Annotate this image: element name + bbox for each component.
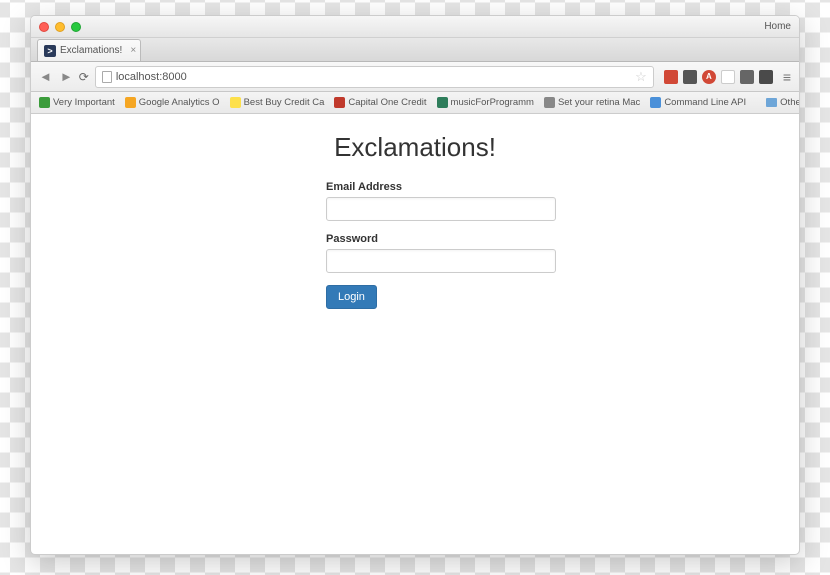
- minimize-window-button[interactable]: [55, 22, 65, 32]
- browser-tab[interactable]: > Exclamations! ×: [37, 39, 141, 61]
- extensions-tray: A: [664, 70, 773, 84]
- back-button[interactable]: ◄: [39, 69, 52, 84]
- bookmark-favicon-icon: [334, 97, 345, 108]
- bookmark-label: musicForProgramm: [451, 97, 534, 108]
- tab-favicon-icon: >: [44, 45, 56, 57]
- extension-icon[interactable]: [740, 70, 754, 84]
- page-content: Exclamations! Email Address Password Log…: [31, 114, 799, 309]
- tab-title: Exclamations!: [60, 45, 122, 56]
- bookmark-favicon-icon: [125, 97, 136, 108]
- folder-icon: [766, 98, 777, 107]
- bookmark-favicon-icon: [437, 97, 448, 108]
- traffic-lights: [39, 22, 81, 32]
- bookmarks-bar: Very Important Google Analytics O Best Buy…: [31, 92, 799, 114]
- bookmark-label: Very Important: [53, 97, 115, 108]
- extension-icon[interactable]: [759, 70, 773, 84]
- bookmark-favicon-icon: [650, 97, 661, 108]
- toolbar: ◄ ► ⟳ localhost:8000 ☆ A ≡: [31, 62, 799, 92]
- reload-button[interactable]: ⟳: [79, 70, 89, 84]
- bookmark-label: Google Analytics O: [139, 97, 220, 108]
- page-title: Exclamations!: [31, 132, 799, 163]
- titlebar: Home: [31, 16, 799, 38]
- extension-icon[interactable]: [721, 70, 735, 84]
- page-icon: [102, 71, 112, 83]
- password-label: Password: [326, 233, 556, 245]
- tab-close-icon[interactable]: ×: [130, 45, 136, 56]
- extension-icon[interactable]: [664, 70, 678, 84]
- nav-arrows: ◄ ►: [39, 69, 73, 84]
- browser-window: Home > Exclamations! × ◄ ► ⟳ localhost:8…: [30, 15, 800, 555]
- bookmark-star-icon[interactable]: ☆: [635, 69, 647, 85]
- email-field[interactable]: [326, 197, 556, 221]
- bookmark-label: Capital One Credit: [348, 97, 426, 108]
- login-button[interactable]: Login: [326, 285, 377, 309]
- bookmark-favicon-icon: [39, 97, 50, 108]
- other-bookmarks[interactable]: Other Bookmarks: [766, 97, 799, 108]
- maximize-window-button[interactable]: [71, 22, 81, 32]
- forward-button[interactable]: ►: [60, 69, 73, 84]
- extension-icon[interactable]: A: [702, 70, 716, 84]
- bookmark-item[interactable]: Google Analytics O: [125, 97, 220, 108]
- bookmark-item[interactable]: musicForProgramm: [437, 97, 534, 108]
- bookmark-item[interactable]: Set your retina Mac: [544, 97, 640, 108]
- bookmark-label: Best Buy Credit Ca: [244, 97, 325, 108]
- bookmark-item[interactable]: Capital One Credit: [334, 97, 426, 108]
- url-text: localhost:8000: [116, 71, 187, 83]
- extension-icon[interactable]: [683, 70, 697, 84]
- bookmark-label: Set your retina Mac: [558, 97, 640, 108]
- tab-bar: > Exclamations! ×: [31, 38, 799, 62]
- login-form: Email Address Password Login: [326, 181, 556, 309]
- password-field[interactable]: [326, 249, 556, 273]
- bookmark-favicon-icon: [230, 97, 241, 108]
- bookmark-item[interactable]: Command Line API: [650, 97, 746, 108]
- address-bar[interactable]: localhost:8000 ☆: [95, 66, 654, 88]
- menu-button[interactable]: ≡: [783, 69, 791, 85]
- bookmark-label: Command Line API: [664, 97, 746, 108]
- bookmark-item[interactable]: Very Important: [39, 97, 115, 108]
- other-bookmarks-label: Other Bookmarks: [780, 97, 799, 108]
- bookmark-item[interactable]: Best Buy Credit Ca: [230, 97, 325, 108]
- email-label: Email Address: [326, 181, 556, 193]
- bookmark-favicon-icon: [544, 97, 555, 108]
- close-window-button[interactable]: [39, 22, 49, 32]
- home-label: Home: [764, 21, 791, 32]
